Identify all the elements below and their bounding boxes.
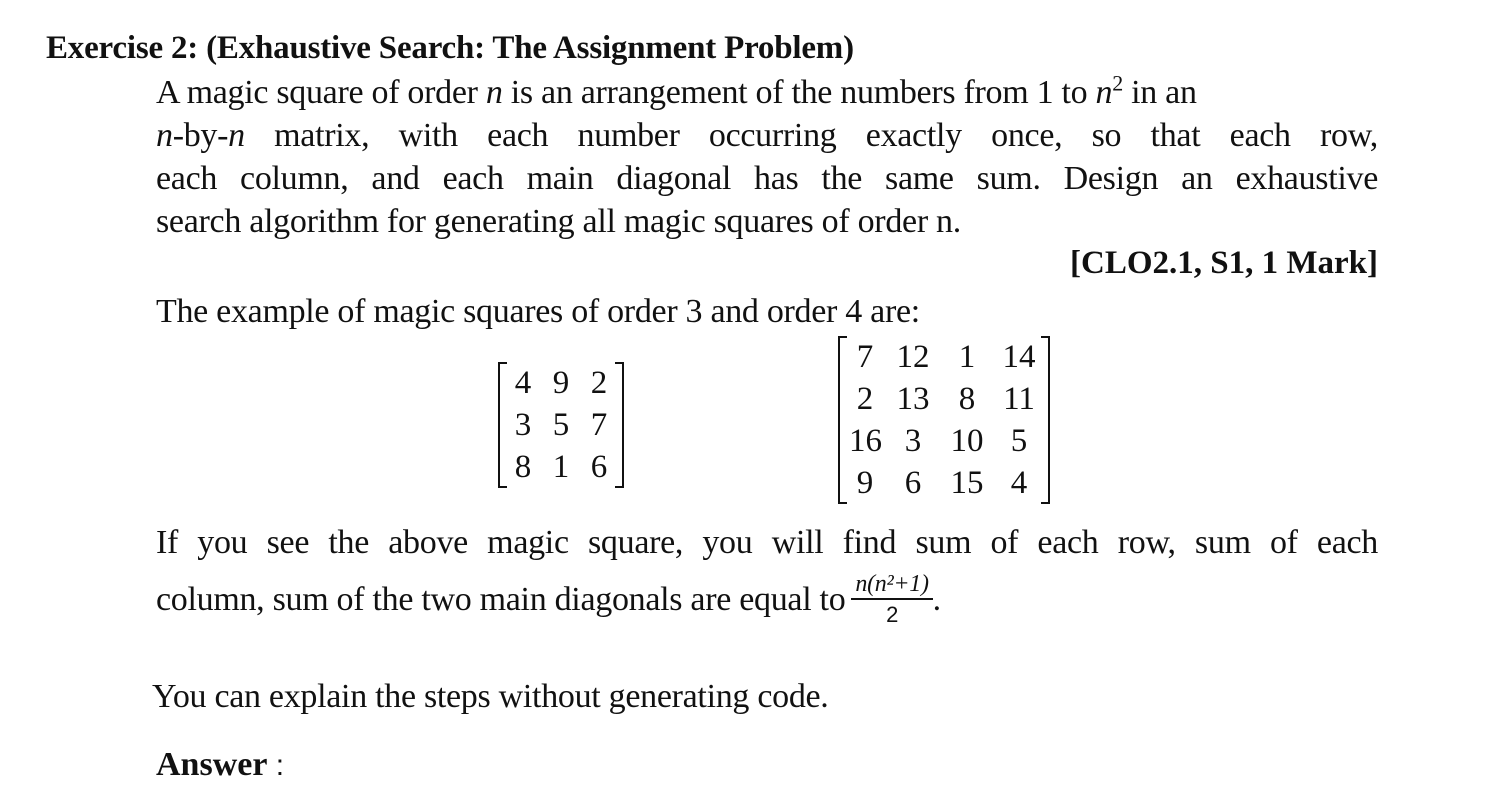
magic-square-order-3: 492 357 816 [498,362,624,488]
text-a: -by- [172,117,229,154]
matrix-cell: 6 [904,465,922,501]
sum-line-2: column, sum of the two main diagonals ar… [156,570,942,632]
matrix-cell: 15 [950,465,984,501]
matrix-cell: 12 [896,339,930,375]
clo-reference: [CLO2.1, S1, 1 Mark] [1070,245,1378,281]
matrix-cell: 8 [958,381,976,417]
matrix-cell: 3 [514,407,532,443]
right-bracket [1041,336,1050,504]
var-n: n [156,117,173,154]
matrix-cell: 5 [1010,423,1028,459]
text-b: matrix, with each number occurring exact… [244,117,1378,154]
answer-text: Answer [156,746,268,783]
answer-label: Answer : [156,746,284,784]
description-line-4: search algorithm for generating all magi… [156,203,961,240]
right-bracket [615,362,624,488]
matrix-cell: 7 [856,339,874,375]
description-line-1: A magic square of order n is an arrangem… [156,70,1378,112]
sum-line-1: If you see the above magic square, you w… [156,524,1378,561]
period: . [932,580,942,618]
text-c: in an [1122,74,1197,111]
sum-formula-fraction: n(n²+1) 2 [851,570,933,630]
matrix-cell: 10 [950,423,984,459]
matrix-cell: 16 [849,423,882,459]
exercise-heading: Exercise 2: (Exhaustive Search: The Assi… [46,30,854,66]
matrix-grid: 492 357 816 [507,362,615,488]
instruction-text: You can explain the steps without genera… [152,678,829,715]
matrix-cell: 4 [514,365,532,401]
matrix-cell: 2 [856,381,874,417]
matrix-cell: 7 [590,407,608,443]
text-b: is an arrangement of the numbers from 1 … [502,74,1096,111]
matrix-cell: 2 [590,365,608,401]
matrix-cell: 1 [958,339,976,375]
left-bracket [498,362,507,488]
matrix-cell: 14 [1002,339,1036,375]
text-a: A magic square of order [156,74,486,111]
description-line-2: n-by-n matrix, with each number occurrin… [156,117,1378,155]
matrix-cell: 9 [552,365,570,401]
sum-text: column, sum of the two main diagonals ar… [156,580,846,618]
formula-denominator: 2 [886,602,898,627]
matrix-cell: 9 [856,465,874,501]
answer-colon: : [267,749,285,782]
matrix-cell: 6 [590,449,608,485]
magic-square-order-4: 7 12 1 14 2 13 8 11 16 3 10 5 9 6 15 4 [838,336,1050,504]
example-intro: The example of magic squares of order 3 … [156,293,920,330]
var-n: n [485,74,503,111]
matrix-cell: 1 [552,449,570,485]
left-bracket [838,336,847,504]
matrix-cell: 3 [904,423,922,459]
matrix-cell: 13 [896,381,930,417]
formula-numerator: n(n²+1) [851,570,933,600]
matrix-cell: 5 [552,407,570,443]
var-n: n [228,117,245,154]
exponent: 2 [1112,70,1123,96]
matrix-cell: 8 [514,449,532,485]
matrix-cell: 4 [1010,465,1028,501]
text: A magic square of order n is an arrangem… [156,70,1197,112]
var-n: n [1095,74,1113,111]
matrix-cell: 11 [1003,381,1035,417]
description-line-3: each column, and each main diagonal has … [156,160,1378,197]
matrix-grid: 7 12 1 14 2 13 8 11 16 3 10 5 9 6 15 4 [847,336,1041,504]
